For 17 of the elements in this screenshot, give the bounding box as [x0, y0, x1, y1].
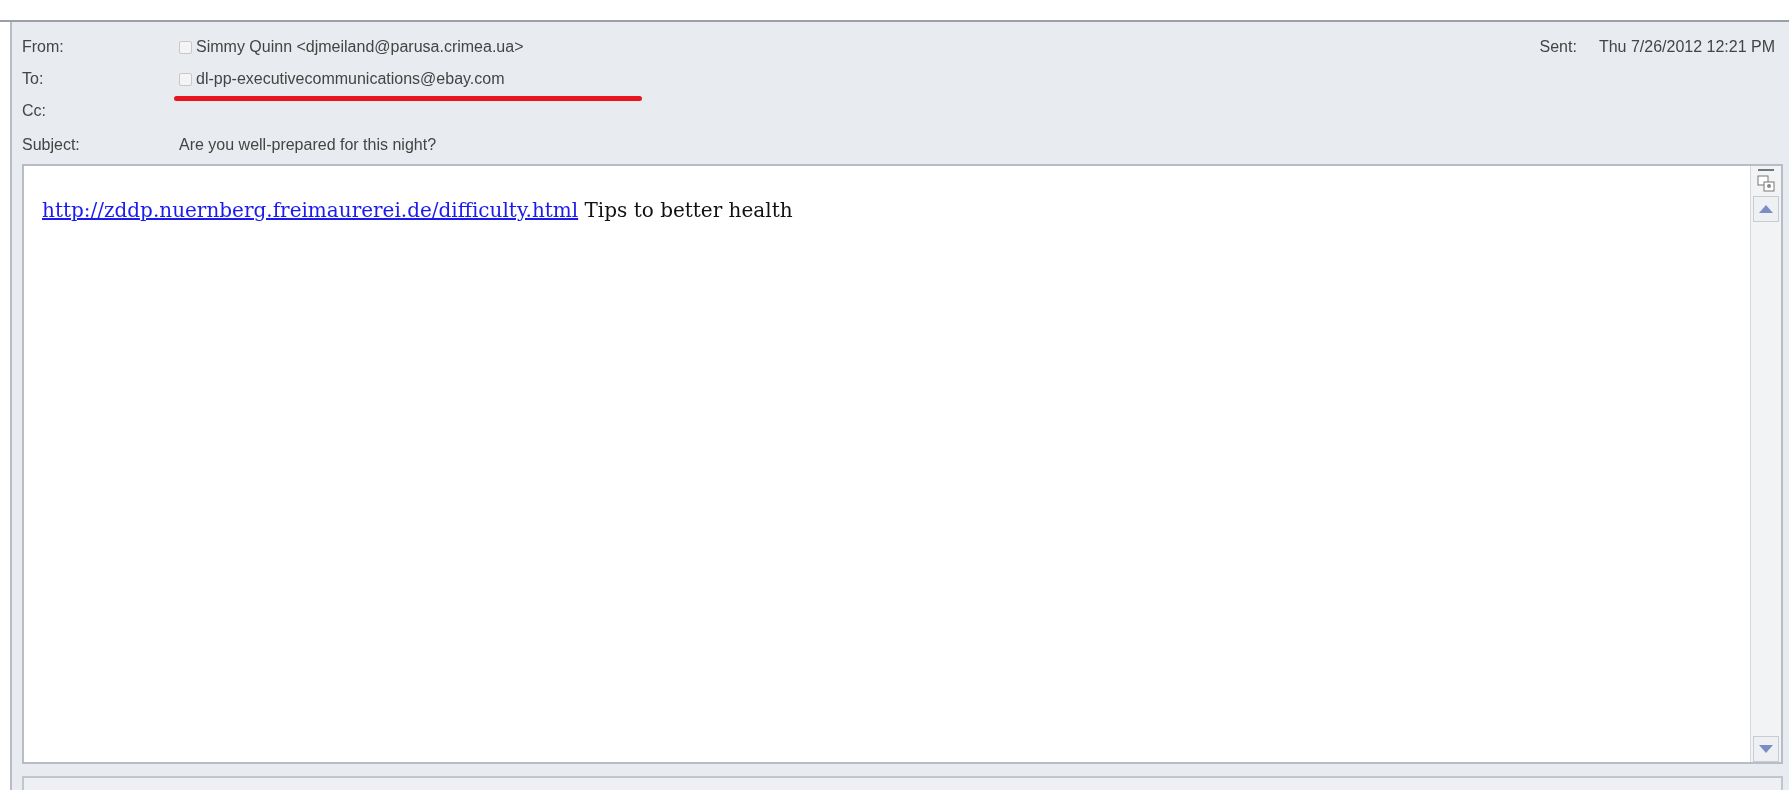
- up-triangle-icon: [1759, 205, 1773, 214]
- sent-date: Thu 7/26/2012 12:21 PM: [1598, 38, 1775, 56]
- field-label: Subject:: [22, 136, 81, 154]
- contact-status-icon: [179, 40, 192, 54]
- down-triangle-icon: [1759, 745, 1773, 754]
- contact-address[interactable]: Simmy Quinn <djmeiland@parusa.crimea.ua>: [196, 38, 524, 56]
- field-label: To:: [22, 70, 45, 88]
- subject-text: Are you well-prepared for this night?: [179, 136, 437, 154]
- contact-status-icon: [179, 72, 192, 86]
- link[interactable]: http://zddp.nuernberg.freimaurerei.de/difficulty.html: [42, 198, 579, 223]
- scroll-up-button[interactable]: [1753, 196, 1779, 223]
- scroll-down-button[interactable]: [1753, 736, 1779, 763]
- field-label: From:: [22, 38, 65, 56]
- field-label: Sent:: [1539, 38, 1577, 56]
- message-body: http://zddp.nuernberg.freimaurerei.de/difficulty.html Tips to better health: [41, 197, 794, 225]
- contact-address[interactable]: dl-pp-executivecommunications@ebay.com: [196, 70, 505, 88]
- field-label: Cc:: [22, 102, 47, 120]
